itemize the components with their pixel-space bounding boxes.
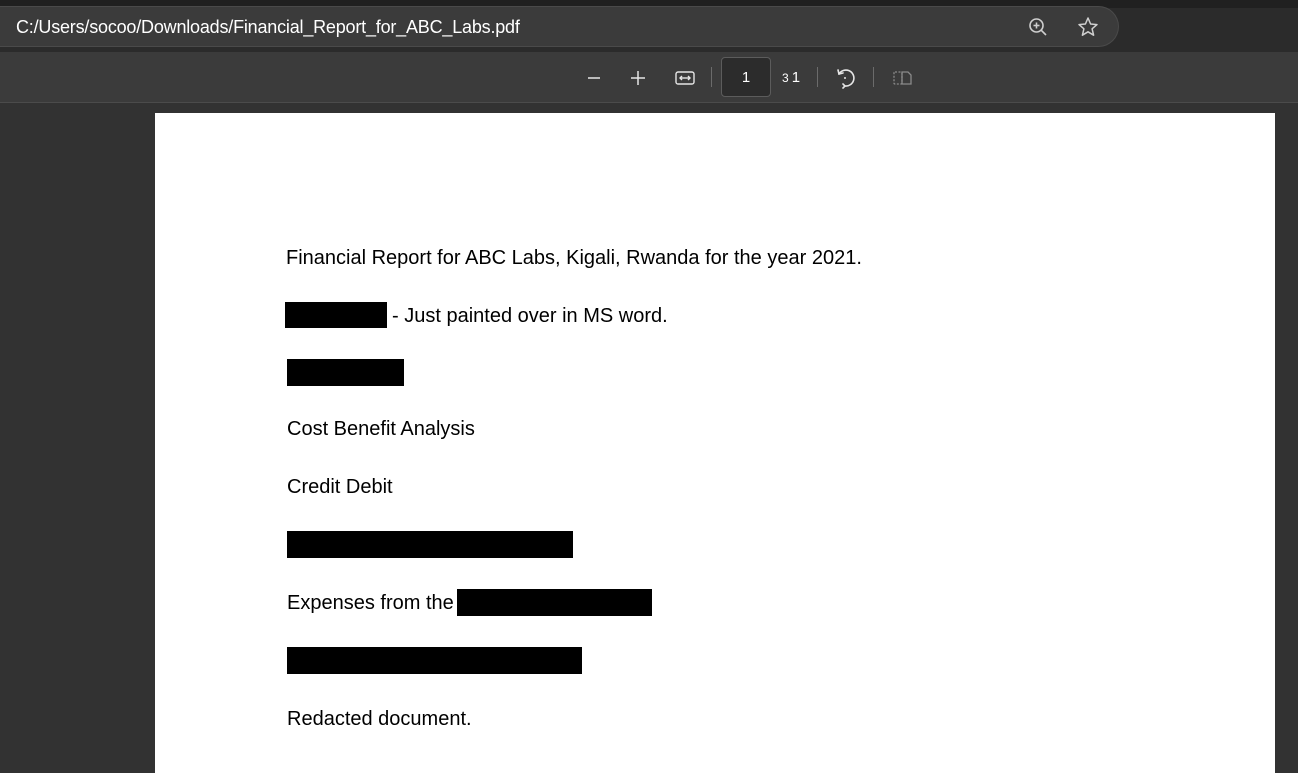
address-bar[interactable]: C:/Users/socoo/Downloads/Financial_Repor… — [0, 6, 1119, 47]
expenses-line: Expenses from the — [287, 592, 454, 614]
pdf-toolbar: 31 — [0, 52, 1298, 103]
redaction-box — [457, 589, 652, 616]
address-url[interactable]: C:/Users/socoo/Downloads/Financial_Repor… — [16, 17, 520, 38]
pdf-viewer[interactable]: Financial Report for ABC Labs, Kigali, R… — [0, 103, 1298, 773]
rotate-button[interactable] — [831, 64, 859, 92]
fit-to-width-button[interactable] — [671, 64, 699, 92]
report-title: Financial Report for ABC Labs, Kigali, R… — [286, 247, 862, 269]
page-total: 31 — [782, 69, 800, 86]
section-heading: Cost Benefit Analysis — [287, 418, 475, 440]
zoom-in-icon[interactable] — [1026, 15, 1050, 39]
redaction-box — [287, 647, 582, 674]
page-total-prefix: 3 — [782, 71, 789, 85]
browser-top-strip: C:/Users/socoo/Downloads/Financial_Repor… — [0, 0, 1298, 52]
minus-icon — [588, 77, 600, 79]
star-icon[interactable] — [1076, 15, 1100, 39]
page-total-count: 1 — [791, 69, 801, 86]
column-labels: Credit Debit — [287, 476, 393, 498]
two-page-view-icon — [893, 71, 912, 85]
two-page-view-button[interactable] — [888, 64, 916, 92]
zoom-in-button[interactable] — [624, 64, 652, 92]
redaction-box — [287, 359, 404, 386]
fit-to-width-icon — [675, 71, 695, 85]
toolbar-divider — [873, 67, 874, 87]
page-number-input[interactable] — [721, 57, 771, 97]
toolbar-divider — [817, 67, 818, 87]
closing-line: Redacted document. — [287, 708, 472, 730]
redaction-note: - Just painted over in MS word. — [392, 305, 668, 327]
plus-icon — [631, 71, 645, 85]
rotate-icon — [837, 69, 855, 89]
redaction-box — [287, 531, 573, 558]
zoom-out-button[interactable] — [580, 64, 608, 92]
pdf-page: Financial Report for ABC Labs, Kigali, R… — [155, 113, 1275, 773]
redaction-box — [285, 302, 387, 328]
toolbar-divider — [711, 67, 712, 87]
